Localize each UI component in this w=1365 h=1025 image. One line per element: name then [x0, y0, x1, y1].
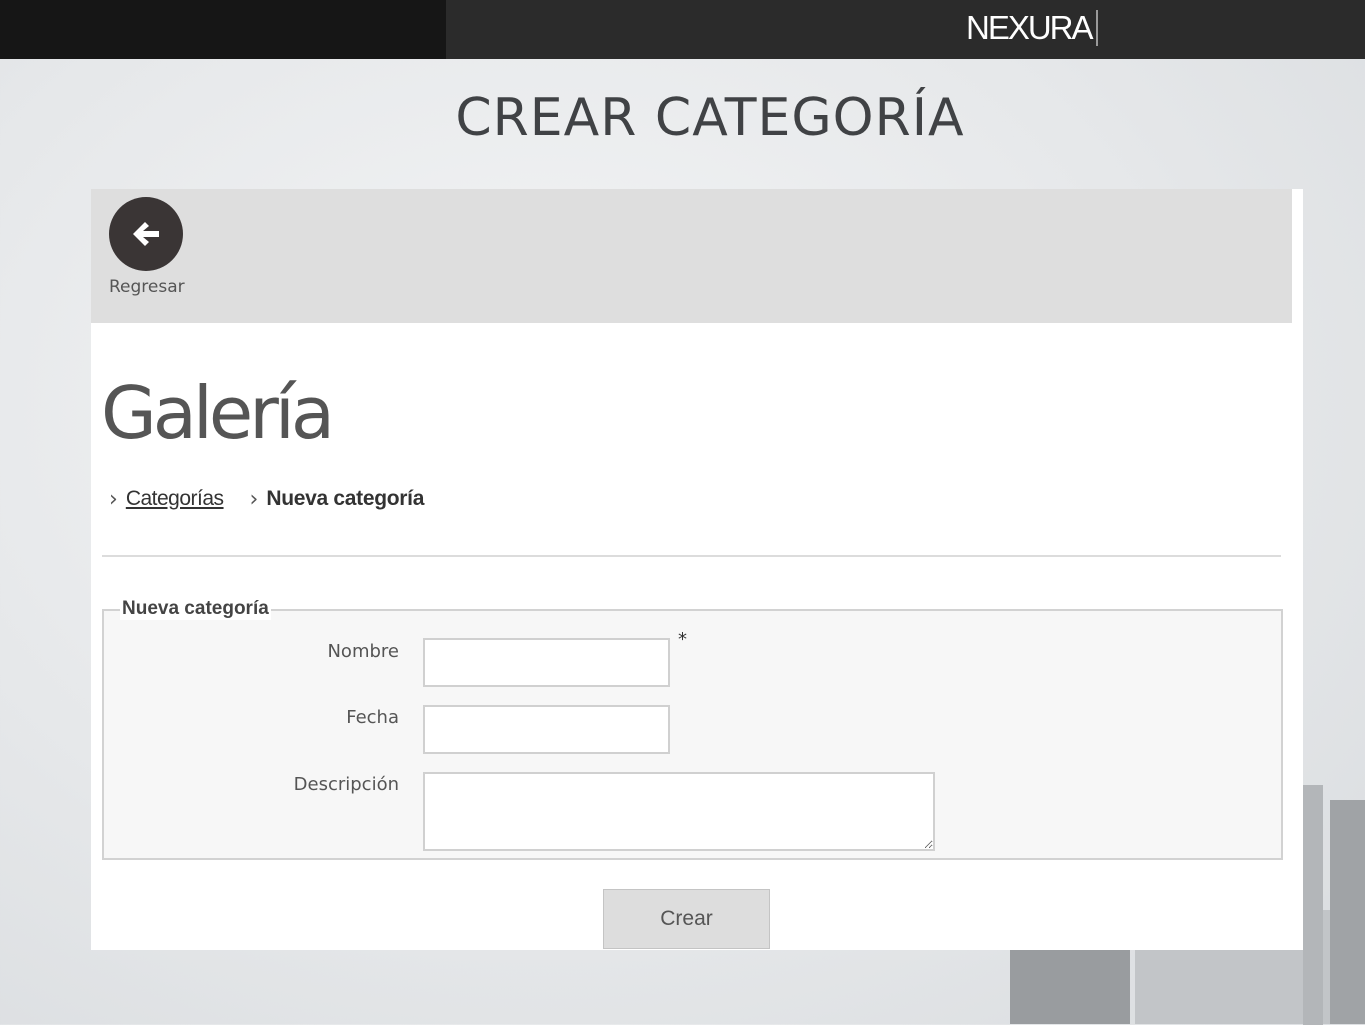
- decorative-block: [1303, 785, 1323, 1025]
- breadcrumb: › Categorías › Nueva categoría: [109, 485, 450, 513]
- breadcrumb-item-current: › Nueva categoría: [250, 487, 425, 512]
- top-bar-left-block: [0, 0, 446, 59]
- decorative-block: [1010, 950, 1130, 1024]
- nexura-logo: NEXURA: [966, 9, 1094, 46]
- back-label[interactable]: Regresar: [109, 277, 185, 297]
- create-button[interactable]: Crear: [603, 889, 770, 949]
- nombre-label: Nombre: [327, 641, 399, 662]
- descripcion-label: Descripción: [293, 774, 399, 795]
- fecha-input[interactable]: [423, 705, 670, 754]
- required-mark: *: [678, 629, 687, 650]
- divider: [102, 555, 1281, 557]
- chevron-right-icon: ›: [109, 486, 118, 512]
- chevron-right-icon: ›: [249, 486, 259, 512]
- page-heading: Galería: [101, 371, 335, 455]
- breadcrumb-link[interactable]: Categorías: [126, 487, 224, 511]
- new-category-fieldset: Nueva categoría Nombre * Fecha Descripci…: [102, 598, 1283, 860]
- breadcrumb-item-categorias[interactable]: › Categorías: [109, 487, 224, 512]
- fieldset-legend: Nueva categoría: [120, 598, 271, 620]
- fecha-label: Fecha: [346, 707, 399, 728]
- toolbar: Regresar: [91, 189, 1292, 323]
- nombre-input[interactable]: [423, 638, 670, 687]
- descripcion-textarea[interactable]: [423, 772, 935, 851]
- arrow-left-icon: [133, 222, 159, 246]
- back-button[interactable]: [109, 197, 183, 271]
- breadcrumb-current: Nueva categoría: [266, 487, 425, 510]
- screenshot-panel: Regresar Galería › Categorías › Nueva ca…: [91, 189, 1303, 950]
- slide-title: CREAR CATEGORÍA: [455, 88, 965, 148]
- logo-separator: [1096, 10, 1098, 46]
- top-bar: NEXURA: [0, 0, 1365, 59]
- decorative-block: [1330, 800, 1365, 1024]
